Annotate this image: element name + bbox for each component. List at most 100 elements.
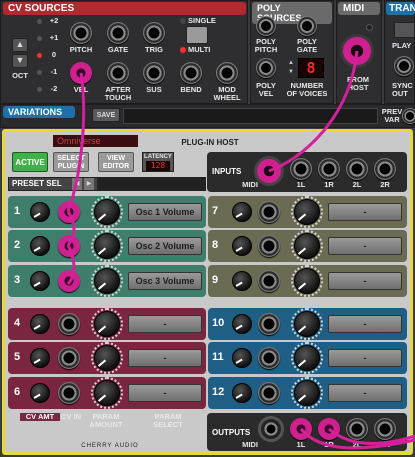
param-select-display[interactable]: Osc 2 Volume <box>128 237 202 255</box>
save-button[interactable]: SAVE <box>92 108 120 122</box>
preset-next-button[interactable]: ▶ <box>84 178 94 190</box>
cv-in-jack[interactable] <box>258 313 280 335</box>
param-select-display[interactable]: - <box>328 272 402 290</box>
gate-jack[interactable] <box>107 22 129 44</box>
cv-in-jack[interactable] <box>58 347 80 369</box>
param-select-display[interactable]: Osc 1 Volume <box>128 203 202 221</box>
voices-selector[interactable]: ▲ ▼ 8 <box>288 58 328 78</box>
voices-down-button[interactable]: ▲ <box>288 60 296 68</box>
cv-amount-knob[interactable] <box>232 348 252 368</box>
preset-sel-label: PRESET SEL <box>12 179 62 188</box>
cv-amount-knob[interactable] <box>232 202 252 222</box>
param-amount-knob[interactable] <box>291 196 323 228</box>
input-1l-jack[interactable] <box>290 158 312 180</box>
cv-amount-knob[interactable] <box>30 271 50 291</box>
view-editor-button[interactable]: VIEW EDITOR <box>98 152 134 172</box>
poly-vel-label: POLY VEL <box>256 81 276 98</box>
cv-in-jack[interactable] <box>258 201 280 223</box>
voices-up-button[interactable]: ▼ <box>288 69 296 77</box>
output-1r-jack[interactable] <box>318 418 340 440</box>
cv-in-jack[interactable] <box>258 382 280 404</box>
input-1r-jack[interactable] <box>318 158 340 180</box>
param-amount-knob[interactable] <box>291 308 323 340</box>
aftertouch-jack[interactable] <box>107 62 129 84</box>
param-select-display[interactable]: Osc 3 Volume <box>128 272 202 290</box>
active-button[interactable]: ACTIVE <box>12 152 48 172</box>
cv-in-jack[interactable] <box>258 235 280 257</box>
param-select-display[interactable]: - <box>328 237 402 255</box>
cv-in-jack[interactable] <box>58 313 80 335</box>
midi-output-jack[interactable] <box>258 416 284 442</box>
oct-selector[interactable]: +2 +1 0 -1 -2 <box>34 15 64 97</box>
midi-in-jack[interactable] <box>340 34 374 68</box>
select-plugin-button[interactable]: SELECT PLUGIN <box>53 152 89 172</box>
cv-in-jack[interactable] <box>58 270 80 292</box>
cv-in-jack[interactable] <box>258 347 280 369</box>
preset-field[interactable] <box>97 178 205 190</box>
param-amount-knob[interactable] <box>91 308 123 340</box>
single-multi-switch[interactable]: SINGLE MULTI <box>178 14 244 56</box>
prev-var-jack[interactable] <box>402 108 415 124</box>
param-select-display[interactable]: - <box>128 315 202 333</box>
latency-display: LATENCY 128 <box>142 152 174 172</box>
param-select-display[interactable]: - <box>128 384 202 402</box>
cv-in-jack[interactable] <box>258 270 280 292</box>
oct-down-button[interactable]: ▼ <box>12 54 28 68</box>
param-select-display[interactable]: - <box>128 349 202 367</box>
sus-jack[interactable] <box>143 62 165 84</box>
row-number: 2 <box>14 239 21 251</box>
param-amount-knob[interactable] <box>91 377 123 409</box>
param-amount-knob[interactable] <box>291 342 323 374</box>
variation-field[interactable] <box>123 108 378 124</box>
output-1l-jack[interactable] <box>290 418 312 440</box>
sync-out-jack[interactable] <box>394 56 414 76</box>
output-1l-label: 1L <box>296 440 306 449</box>
trans-button[interactable] <box>394 22 415 38</box>
cv-amount-knob[interactable] <box>30 314 50 334</box>
output-2r-jack[interactable] <box>374 418 396 440</box>
preset-prev-button[interactable]: ◀ <box>72 178 82 190</box>
cv-amount-knob[interactable] <box>232 383 252 403</box>
poly-gate-jack[interactable] <box>297 16 317 36</box>
output-2l-jack[interactable] <box>346 418 368 440</box>
param-amount-knob[interactable] <box>91 196 123 228</box>
param-select-display[interactable]: - <box>328 349 402 367</box>
cv-in-jack[interactable] <box>58 235 80 257</box>
param-amount-knob[interactable] <box>291 377 323 409</box>
led-icon <box>37 70 42 75</box>
param-select-display[interactable]: - <box>328 384 402 402</box>
param-select-display[interactable]: - <box>328 315 402 333</box>
input-2r-jack[interactable] <box>374 158 396 180</box>
cv-amount-knob[interactable] <box>30 348 50 368</box>
poly-pitch-jack[interactable] <box>256 16 276 36</box>
midi-title: MIDI <box>338 2 380 15</box>
param-amount-knob[interactable] <box>91 265 123 297</box>
cv-in-jack[interactable] <box>58 201 80 223</box>
number-of-voices-label: NUMBER OF VOICES <box>286 81 328 98</box>
input-2l-jack[interactable] <box>346 158 368 180</box>
cv-amount-knob[interactable] <box>232 236 252 256</box>
cv-amount-knob[interactable] <box>232 314 252 334</box>
param-select-display[interactable]: - <box>328 203 402 221</box>
param-amount-knob[interactable] <box>291 265 323 297</box>
trig-button[interactable] <box>186 26 208 44</box>
cv-amount-knob[interactable] <box>30 202 50 222</box>
cv-amount-knob[interactable] <box>30 236 50 256</box>
oct-label: OCT <box>12 71 28 80</box>
cv-amount-knob[interactable] <box>30 383 50 403</box>
poly-vel-jack[interactable] <box>256 58 276 78</box>
pitch-jack[interactable] <box>70 22 92 44</box>
latency-label: LATENCY <box>144 154 172 160</box>
param-amount-knob[interactable] <box>91 342 123 374</box>
param-amount-knob[interactable] <box>291 230 323 262</box>
mod-wheel-jack[interactable] <box>216 62 238 84</box>
oct-up-button[interactable]: ▲ <box>12 38 28 52</box>
voices-display: 8 <box>298 58 324 78</box>
param-amount-knob[interactable] <box>91 230 123 262</box>
trig-jack[interactable] <box>143 22 165 44</box>
cv-amount-knob[interactable] <box>232 271 252 291</box>
vel-jack[interactable] <box>70 62 92 84</box>
bend-jack[interactable] <box>180 62 202 84</box>
row-number: 11 <box>212 351 224 363</box>
cv-in-jack[interactable] <box>58 382 80 404</box>
